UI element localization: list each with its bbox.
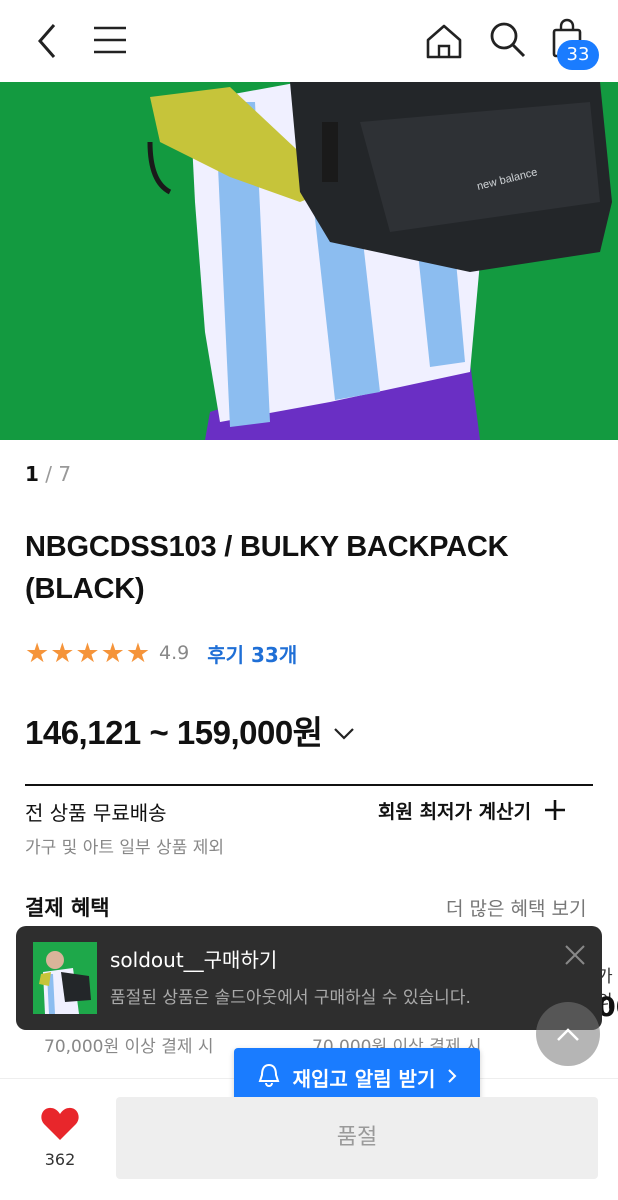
member-price-calculator[interactable]: 회원 최저가 계산기: [378, 797, 567, 824]
product-image[interactable]: new balance: [0, 82, 618, 440]
rating-row: ★★★★★ 4.9 후기 33개: [25, 637, 297, 669]
close-icon[interactable]: [564, 944, 586, 970]
top-navigation-bar: 33: [0, 0, 618, 82]
payment-benefits-title: 결제 혜택: [25, 896, 110, 920]
pager-separator: /: [38, 462, 59, 486]
price-range[interactable]: 146,121 ~ 159,000원: [25, 706, 355, 754]
restock-label: 재입고 알림 받기: [292, 1066, 436, 1091]
chevron-down-icon: [333, 711, 355, 749]
image-pager: 1 / 7: [25, 462, 71, 486]
soldout-button[interactable]: 품절: [116, 1097, 598, 1179]
cart-count-badge: 33: [557, 40, 599, 70]
product-title: NBGCDSS103 / BULKY BACKPACK (BLACK): [25, 531, 509, 605]
card-condition-1: 70,000원 이상 결제 시: [44, 1037, 214, 1057]
pager-total: 7: [58, 462, 72, 486]
section-divider: [25, 784, 593, 786]
free-shipping-title: 전 상품 무료배송: [25, 801, 167, 825]
bell-icon: [257, 1062, 281, 1093]
free-shipping-note: 가구 및 아트 일부 상품 제외: [25, 838, 225, 858]
more-benefits-link[interactable]: 더 많은 혜택 보기: [446, 894, 586, 921]
toast-message: 품절된 상품은 솔드아웃에서 구매하실 수 있습니다.: [110, 988, 471, 1008]
search-icon[interactable]: [488, 20, 528, 64]
toast-thumbnail: [33, 942, 97, 1014]
rating-value: 4.9: [159, 642, 190, 664]
chevron-right-icon: [447, 1065, 457, 1089]
toast-title: soldout__구매하기: [110, 948, 278, 972]
back-icon[interactable]: [30, 22, 64, 64]
scroll-top-button[interactable]: [536, 1002, 600, 1066]
review-count-link[interactable]: 후기 33개: [207, 639, 297, 668]
like-count: 362: [44, 1150, 76, 1169]
heart-icon[interactable]: [40, 1106, 80, 1146]
plus-icon: [543, 798, 567, 823]
home-icon[interactable]: [424, 22, 464, 64]
rating-stars: ★★★★★: [25, 637, 152, 669]
price-text: 146,121 ~ 159,000원: [25, 714, 323, 751]
menu-icon[interactable]: [92, 24, 128, 60]
soldout-toast[interactable]: soldout__구매하기 품절된 상품은 솔드아웃에서 구매하실 수 있습니다…: [16, 926, 602, 1030]
pager-current: 1: [25, 462, 39, 486]
member-calc-label: 회원 최저가 계산기: [378, 801, 532, 823]
